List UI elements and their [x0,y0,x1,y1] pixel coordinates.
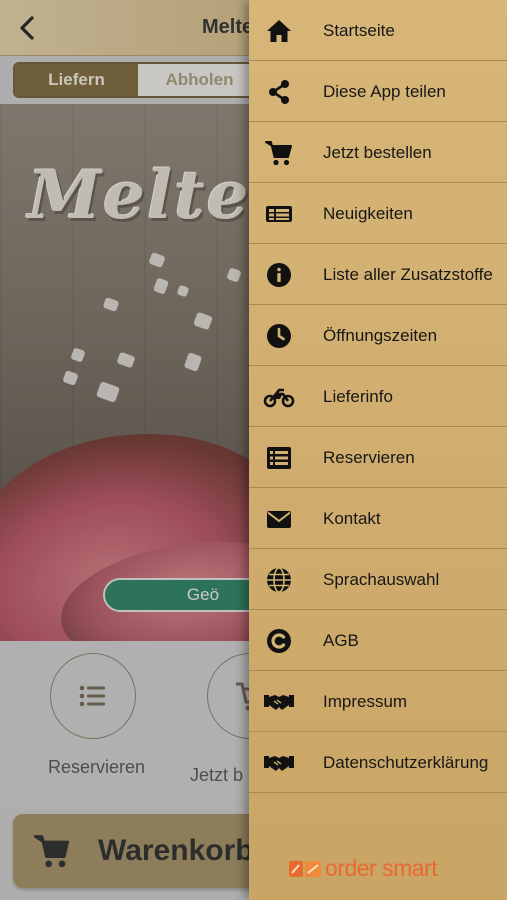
menu-item-agb[interactable]: AGB [249,610,507,671]
menu-item-startseite[interactable]: Startseite [249,0,507,61]
home-icon [267,20,291,42]
info-icon [267,263,291,287]
cart-icon [265,141,292,166]
menu-item-impressum[interactable]: Impressum [249,671,507,732]
list-icon [267,447,291,469]
menu-label: Diese App teilen [323,82,446,101]
copyright-icon [267,629,291,653]
brand-footer: order smart [289,855,438,882]
menu-item-contact[interactable]: Kontakt [249,488,507,549]
order-smart-logo-icon [289,861,321,877]
menu-item-news[interactable]: Neuigkeiten [249,183,507,244]
menu-item-share-app[interactable]: Diese App teilen [249,61,507,122]
menu-item-delivery-info[interactable]: Lieferinfo [249,366,507,427]
handshake-icon [264,756,294,771]
news-icon [266,206,292,222]
brand-name: order smart [325,855,438,881]
menu-label: AGB [323,631,359,650]
menu-label: Kontakt [323,509,381,528]
menu-label: Neuigkeiten [323,204,413,223]
share-icon [269,80,289,104]
menu-label: Öffnungszeiten [323,326,438,345]
menu-label: Datenschutzerklärung [323,753,489,772]
menu-label: Reservieren [323,448,415,467]
menu-item-additives[interactable]: Liste aller Zusatzstoffe [249,244,507,305]
handshake-icon [264,695,294,710]
globe-icon [267,567,291,593]
menu-item-opening-hours[interactable]: Öffnungszeiten [249,305,507,366]
menu-label: Lieferinfo [323,387,393,406]
menu-item-language[interactable]: Sprachauswahl [249,549,507,610]
menu-label: Sprachauswahl [323,570,440,589]
menu-item-reserve[interactable]: Reservieren [249,427,507,488]
menu-label: Impressum [323,692,408,711]
motorcycle-icon [263,388,295,408]
menu-item-order-now[interactable]: Jetzt bestellen [249,122,507,183]
clock-icon [267,324,291,348]
menu-label: Startseite [323,21,395,40]
menu-label: Jetzt bestellen [323,143,432,162]
menu-item-privacy[interactable]: Datenschutzerklärung [249,732,507,793]
envelope-icon [267,511,291,528]
navigation-drawer: Startseite Diese App teilen Jetzt bestel… [249,0,507,900]
menu-label: Liste aller Zusatzstoffe [323,265,493,284]
